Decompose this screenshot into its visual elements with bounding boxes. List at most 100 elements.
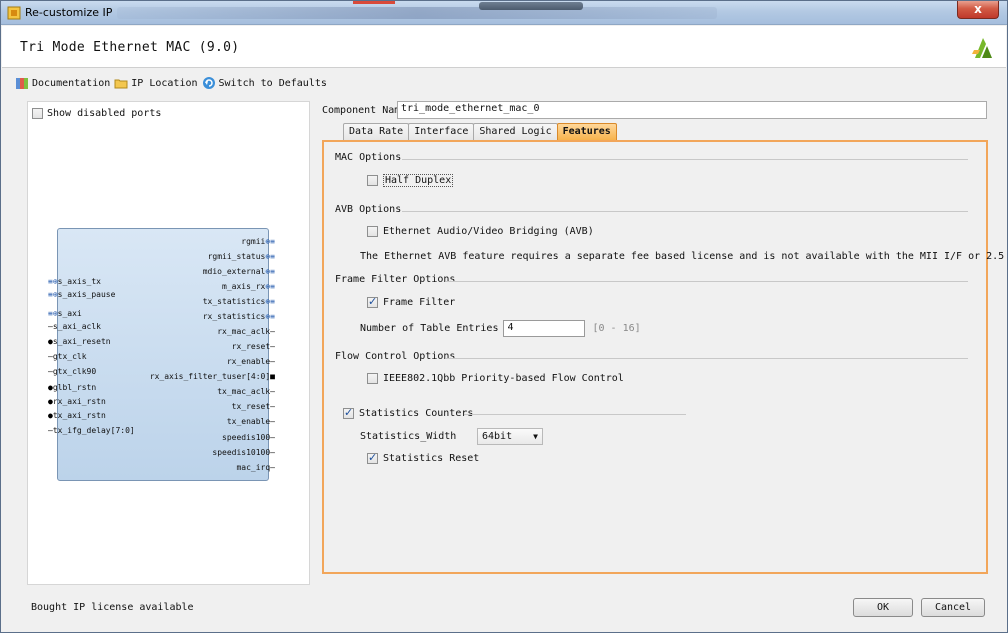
port-right-rx-mac-aclk[interactable]: rx_mac_aclk— [217,327,275,337]
port-left-gtx-clk[interactable]: —gtx_clk [48,352,87,362]
mac-options-divider [402,159,968,160]
pin-icon: — [270,357,275,366]
port-label: tx_enable [226,417,271,426]
pin-icon: — [270,342,275,351]
tab-interface[interactable]: Interface [408,123,475,140]
port-right-tx-enable[interactable]: tx_enable— [227,417,275,427]
show-disabled-ports-checkbox[interactable] [32,108,43,119]
close-button[interactable]: x [957,1,999,19]
ip-location-button[interactable]: IP Location [114,76,198,90]
port-label: speedis10100 [212,448,271,457]
pin-icon: — [270,417,275,426]
statistics-width-select[interactable]: 64bit ▼ [477,428,543,445]
documentation-label: Documentation [32,77,111,89]
ok-button[interactable]: OK [853,598,913,617]
avb-checkbox[interactable] [367,226,378,237]
frame-filter-checkbox[interactable] [367,295,378,308]
tab-features[interactable]: Features [556,123,617,140]
folder-icon [114,79,128,89]
bus-interface-icon: ≡⊕ [48,309,58,318]
statistics-reset-checkbox[interactable] [367,451,378,464]
component-name-input[interactable]: tri_mode_ethernet_mac_0 [397,101,987,119]
vivado-app-icon [7,6,21,20]
avb-label: Ethernet Audio/Video Bridging (AVB) [383,226,594,237]
page-title: Tri Mode Ethernet MAC (9.0) [20,40,240,55]
statistics-width-value: 64bit [482,431,513,442]
port-right-mdio-external[interactable]: mdio_external⊕≡ [203,267,275,277]
port-right-tx-reset[interactable]: tx_reset— [232,402,275,412]
port-label: rx_enable [226,357,271,366]
port-left-s-axis-pause[interactable]: ≡⊕s_axis_pause [48,290,115,300]
port-right-rx-enable[interactable]: rx_enable— [227,357,275,367]
port-right-rx-statistics[interactable]: rx_statistics⊕≡ [203,312,275,322]
port-right-m-axis-rx[interactable]: m_axis_rx⊕≡ [222,282,275,292]
port-label: rx_axi_rstn [52,397,106,406]
show-disabled-ports-option[interactable]: Show disabled ports [32,108,161,119]
title-center-mark [479,2,583,10]
port-right-speedis10100[interactable]: speedis10100— [212,448,275,458]
pin-icon: — [270,433,275,442]
port-right-speedis100[interactable]: speedis100— [222,433,275,443]
blurred-title-path [117,7,717,19]
statistics-reset-option[interactable]: Statistics Reset [367,451,480,464]
port-left-s-axi-resetn[interactable]: ●s_axi_resetn [48,337,111,347]
port-right-rgmii-status[interactable]: rgmii_status⊕≡ [208,252,275,262]
port-left-s-axi-aclk[interactable]: —s_axi_aclk [48,322,101,332]
port-label: gtx_clk90 [52,367,97,376]
port-right-mac-irq[interactable]: mac_irq— [236,463,275,473]
port-left-s-axi[interactable]: ≡⊕s_axi [48,309,82,319]
bus-interface-icon: ≡⊕ [48,277,58,286]
half-duplex-option[interactable]: Half Duplex [367,174,454,187]
statistics-width-row: Statistics_Width 64bit ▼ [360,428,543,445]
port-right-tx-statistics[interactable]: tx_statistics⊕≡ [203,297,275,307]
port-right-rx-reset[interactable]: rx_reset— [232,342,275,352]
dialog-window: Re-customize IP x Tri Mode Ethernet MAC … [0,0,1008,633]
ip-symbol-block [57,228,269,481]
port-left-tx-ifg-delay-7-0-[interactable]: —tx_ifg_delay[7:0] [48,426,135,436]
port-left-s-axis-tx[interactable]: ≡⊕s_axis_tx [48,277,101,287]
chevron-down-icon: ▼ [533,432,538,441]
pin-icon: — [270,448,275,457]
port-left-tx-axi-rstn[interactable]: ●tx_axi_rstn [48,411,106,421]
bus-interface-icon: ⊕≡ [265,252,275,261]
table-entries-input[interactable]: 4 [503,320,586,337]
license-status: Bought IP license available [31,602,194,613]
port-left-gtx-clk90[interactable]: —gtx_clk90 [48,367,96,377]
features-panel: MAC Options Half Duplex AVB Options Ethe… [322,140,1008,574]
statistics-counters-option[interactable]: Statistics Counters [343,406,474,419]
port-label: s_axis_pause [57,290,116,299]
dialog-header: Tri Mode Ethernet MAC (9.0) [2,26,1006,68]
tab-data-rate[interactable]: Data Rate [343,123,410,140]
pin-icon: — [270,387,275,396]
statistics-counters-label: Statistics Counters [359,408,474,419]
title-accent-mark [353,1,395,4]
table-entries-range: [0 - 16] [592,323,641,334]
statistics-counters-checkbox[interactable] [343,406,354,419]
component-name-label: Component Name [322,105,407,116]
port-label: tx_statistics [202,297,266,306]
port-label: rx_mac_aclk [217,327,271,336]
switch-defaults-button[interactable]: Switch to Defaults [202,76,327,90]
book-icon [16,78,28,89]
port-left-glbl-rstn[interactable]: ●glbl_rstn [48,383,96,393]
port-left-rx-axi-rstn[interactable]: ●rx_axi_rstn [48,397,106,407]
port-right-tx-mac-aclk[interactable]: tx_mac_aclk— [217,387,275,397]
statistics-reset-label: Statistics Reset [383,453,480,464]
toolbar: Documentation IP Location Switch to Defa… [15,75,327,91]
frame-filter-option[interactable]: Frame Filter [367,295,455,308]
port-label: s_axi [57,309,82,318]
documentation-button[interactable]: Documentation [15,76,110,90]
pfc-option[interactable]: IEEE802.1Qbb Priority-based Flow Control [367,373,624,384]
title-bar[interactable]: Re-customize IP x [1,1,1007,25]
avb-option[interactable]: Ethernet Audio/Video Bridging (AVB) [367,226,594,237]
pfc-checkbox[interactable] [367,373,378,384]
table-entries-label: Number of Table Entries [360,323,499,334]
pin-icon: — [270,327,275,336]
port-right-rgmii[interactable]: rgmii⊕≡ [241,237,275,247]
half-duplex-checkbox[interactable] [367,175,378,186]
cancel-button[interactable]: Cancel [921,598,985,617]
port-label: rx_axis_filter_tuser[4:0] [149,372,271,381]
tab-shared-logic[interactable]: Shared Logic [473,123,558,140]
statistics-width-label: Statistics_Width [360,431,457,442]
port-right-rx-axis-filter-tuser-4-0-[interactable]: rx_axis_filter_tuser[4:0]■ [150,372,275,382]
